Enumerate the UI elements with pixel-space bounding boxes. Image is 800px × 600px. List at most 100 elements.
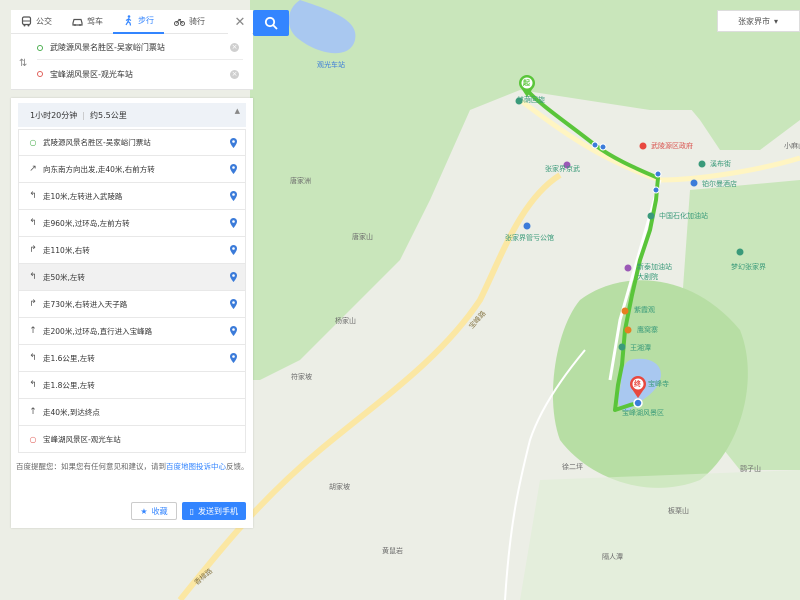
map-label[interactable]: 观光车站 xyxy=(317,60,345,70)
straight-icon: ↑ xyxy=(29,326,37,336)
route-step[interactable]: ↱ 走730米,右转进入天子路 xyxy=(18,291,246,318)
map-label[interactable]: 宝峰湖风景区 xyxy=(622,408,664,418)
route-step[interactable]: ↰ 走1.6公里,左转 xyxy=(18,345,246,372)
step-text: 武陵源风景名胜区-吴家峪门票站 xyxy=(43,138,151,147)
map-pin-icon[interactable] xyxy=(230,138,237,148)
step-text: 走200米,过环岛,直行进入宝峰路 xyxy=(43,326,153,336)
route-step[interactable]: ↰ 走10米,左转进入武陵路 xyxy=(18,183,246,210)
close-icon[interactable]: ✕ xyxy=(228,10,252,34)
route-node xyxy=(599,143,607,151)
map-pin-icon[interactable] xyxy=(230,326,237,336)
turn-left-icon: ↰ xyxy=(29,272,37,282)
step-text: 走110米,右转 xyxy=(43,245,90,255)
map-label[interactable]: 中国石化加油站 xyxy=(659,211,708,221)
end-field[interactable]: 宝峰湖风景区-观光车站 × xyxy=(37,62,243,86)
map-label[interactable]: 唐家山 xyxy=(352,232,373,242)
step-text: 走50米,左转 xyxy=(43,272,85,282)
map-label[interactable]: 杨家山 xyxy=(335,316,356,326)
map-label[interactable]: 唐家洲 xyxy=(290,176,311,186)
map-pin-icon[interactable] xyxy=(230,245,237,255)
start-text: 武陵源风景名胜区-吴家峪门票站 xyxy=(50,43,165,52)
travel-mode-bar: 公交 驾车 步行 骑行 xyxy=(11,10,253,34)
poi-icon xyxy=(647,212,655,220)
map-label[interactable]: 宝峰寺 xyxy=(648,379,669,389)
straight-icon: ↑ xyxy=(29,407,37,417)
map-label[interactable]: 武陵源区政府 xyxy=(651,141,693,151)
map-label[interactable]: 溪布街 xyxy=(710,159,731,169)
map-label[interactable]: 新泰加油站 xyxy=(637,262,672,272)
clear-end-icon[interactable]: × xyxy=(230,69,239,79)
phone-icon: ▯ xyxy=(189,506,194,516)
complaint-link[interactable]: 百度地图投诉中心 xyxy=(166,462,226,471)
route-node xyxy=(591,141,599,149)
map-label[interactable]: 张家界京武 xyxy=(545,164,580,174)
route-step[interactable]: ○ 宝峰湖风景区-观光车站 xyxy=(18,426,246,453)
map-label[interactable]: 板栗山 xyxy=(668,506,689,516)
start-circle-icon: ○ xyxy=(29,138,37,147)
chevron-down-icon: ▾ xyxy=(774,16,779,26)
poi-icon xyxy=(624,264,632,272)
route-step[interactable]: ↑ 走40米,到达终点 xyxy=(18,399,246,426)
map-label[interactable]: 大剧院 xyxy=(637,272,658,282)
mode-label: 骑行 xyxy=(189,17,205,26)
step-text: 宝峰湖风景区-观光车站 xyxy=(43,434,121,444)
route-panel: 1小时20分钟 | 约5.5公里 ▲ ○ 武陵源风景名胜区-吴家峪门票站 ↗ 向东南方… xyxy=(11,98,253,528)
mode-tab-bus[interactable]: 公交 xyxy=(11,10,62,34)
route-step[interactable]: ↰ 走50米,左转 xyxy=(18,264,246,291)
poi-icon xyxy=(736,248,744,256)
bus-icon xyxy=(21,16,32,27)
poi-icon xyxy=(624,326,632,334)
map-label[interactable]: 胡家坡 xyxy=(329,482,350,492)
mode-label: 驾车 xyxy=(87,17,103,26)
step-text: 走730米,右转进入天子路 xyxy=(43,299,128,309)
map-pin-icon[interactable] xyxy=(230,191,237,201)
mode-tab-bike[interactable]: 骑行 xyxy=(164,10,215,34)
route-step[interactable]: ○ 武陵源风景名胜区-吴家峪门票站 xyxy=(18,129,246,156)
search-button[interactable] xyxy=(253,10,289,36)
map-label[interactable]: 张家界管亏公馆 xyxy=(505,233,554,243)
map-label[interactable]: 鹞子山 xyxy=(740,464,761,474)
poi-icon xyxy=(523,222,531,230)
route-step[interactable]: ↰ 走960米,过环岛,左前方转 xyxy=(18,210,246,237)
map-pin-icon[interactable] xyxy=(230,164,237,174)
route-summary[interactable]: 1小时20分钟 | 约5.5公里 ▲ xyxy=(18,103,246,127)
duration: 1小时20分钟 xyxy=(30,110,78,120)
start-marker-label: 起 xyxy=(523,79,530,87)
route-step[interactable]: ↑ 走200米,过环岛,直行进入宝峰路 xyxy=(18,318,246,345)
step-text: 走10米,左转进入武陵路 xyxy=(43,191,123,201)
map-label[interactable]: 梦幻张家界 xyxy=(731,262,766,272)
map-label[interactable]: 紫霞观 xyxy=(634,305,655,315)
city-label: 张家界市 xyxy=(738,16,770,26)
map-label[interactable]: 小麻山 xyxy=(784,141,800,151)
map-label[interactable]: 徐二坪 xyxy=(562,462,583,472)
turn-right-icon: ↱ xyxy=(29,245,37,255)
map-label[interactable]: 隔人潭 xyxy=(602,552,623,562)
route-step[interactable]: ↗ 向东南方向出发,走40米,右前方转 xyxy=(18,156,246,183)
clear-start-icon[interactable]: × xyxy=(230,43,239,52)
swap-icon[interactable]: ⇅ xyxy=(19,58,27,69)
start-dot-icon xyxy=(37,44,43,51)
map-pin-icon[interactable] xyxy=(230,218,237,228)
route-step[interactable]: ↰ 走1.8公里,左转 xyxy=(18,372,246,399)
map-label[interactable]: 铂尔曼酒店 xyxy=(702,179,737,189)
city-selector[interactable]: 张家界市 ▾ xyxy=(717,10,800,32)
send-to-phone-button[interactable]: ▯ 发送到手机 xyxy=(181,502,246,520)
map-label[interactable]: 王湘潭 xyxy=(630,343,651,353)
map-label[interactable]: 符家坡 xyxy=(291,372,312,382)
map-pin-icon[interactable] xyxy=(230,272,237,282)
start-field[interactable]: 武陵源风景名胜区-吴家峪门票站 × xyxy=(37,36,243,60)
route-step[interactable]: ↱ 走110米,右转 xyxy=(18,237,246,264)
map-pin-icon[interactable] xyxy=(230,353,237,363)
map-label[interactable]: 黄鼠岩 xyxy=(382,546,403,556)
star-icon: ★ xyxy=(140,506,148,516)
mode-tab-walk[interactable]: 步行 xyxy=(113,10,164,34)
map-label[interactable]: 林荫回旋 xyxy=(517,95,545,105)
map-label[interactable]: 鹰窝寨 xyxy=(637,325,658,335)
mode-label: 步行 xyxy=(138,16,154,25)
action-buttons: ★ 收藏 ▯ 发送到手机 xyxy=(131,502,246,520)
favorite-button[interactable]: ★ 收藏 xyxy=(131,502,177,520)
mode-tab-car[interactable]: 驾车 xyxy=(62,10,113,34)
step-text: 向东南方向出发,走40米,右前方转 xyxy=(43,164,155,174)
collapse-icon[interactable]: ▲ xyxy=(235,107,240,115)
map-pin-icon[interactable] xyxy=(230,299,237,309)
